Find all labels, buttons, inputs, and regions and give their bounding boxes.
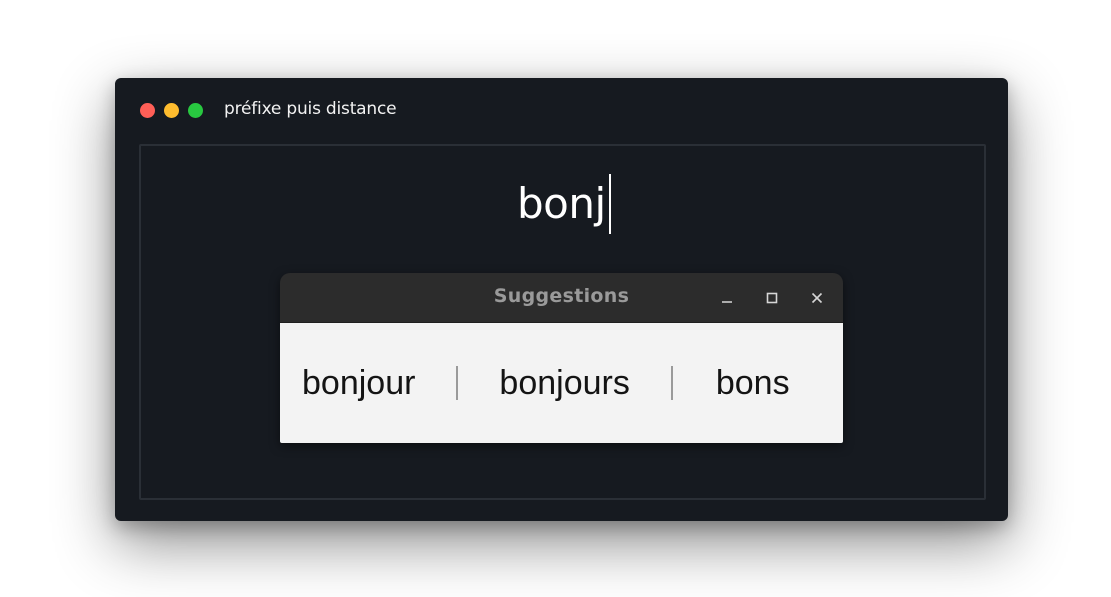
suggestion-item-bonjours[interactable]: bonjours — [499, 363, 629, 403]
zoom-window-button[interactable] — [188, 103, 203, 118]
suggestion-item-bons[interactable]: bons — [716, 363, 790, 403]
maximize-icon — [766, 292, 778, 304]
popup-maximize-button[interactable] — [760, 286, 784, 310]
traffic-lights — [140, 103, 203, 118]
popup-window-controls — [715, 286, 829, 310]
minimize-icon — [722, 301, 732, 303]
typed-text-line[interactable]: bonj — [517, 174, 611, 234]
close-window-button[interactable] — [140, 103, 155, 118]
suggestions-list: bonjour bonjours bons — [280, 323, 843, 443]
popup-close-button[interactable] — [805, 286, 829, 310]
typed-text: bonj — [517, 179, 606, 228]
window-title: préfixe puis distance — [224, 99, 397, 119]
minimize-window-button[interactable] — [164, 103, 179, 118]
popup-minimize-button[interactable] — [715, 286, 739, 310]
popup-titlebar[interactable]: Suggestions — [280, 273, 843, 323]
suggestion-item-bonjour[interactable]: bonjour — [302, 363, 415, 403]
suggestions-popup: Suggestions bonjour bonjours bons — [280, 273, 843, 443]
main-window: préfixe puis distance bonj Suggestions b… — [115, 78, 1008, 521]
suggestion-separator — [456, 366, 459, 400]
close-icon — [811, 292, 823, 304]
editor-area[interactable]: bonj Suggestions bonjour bonjours bons — [139, 144, 986, 500]
suggestion-separator — [670, 366, 673, 400]
text-caret — [608, 174, 611, 234]
